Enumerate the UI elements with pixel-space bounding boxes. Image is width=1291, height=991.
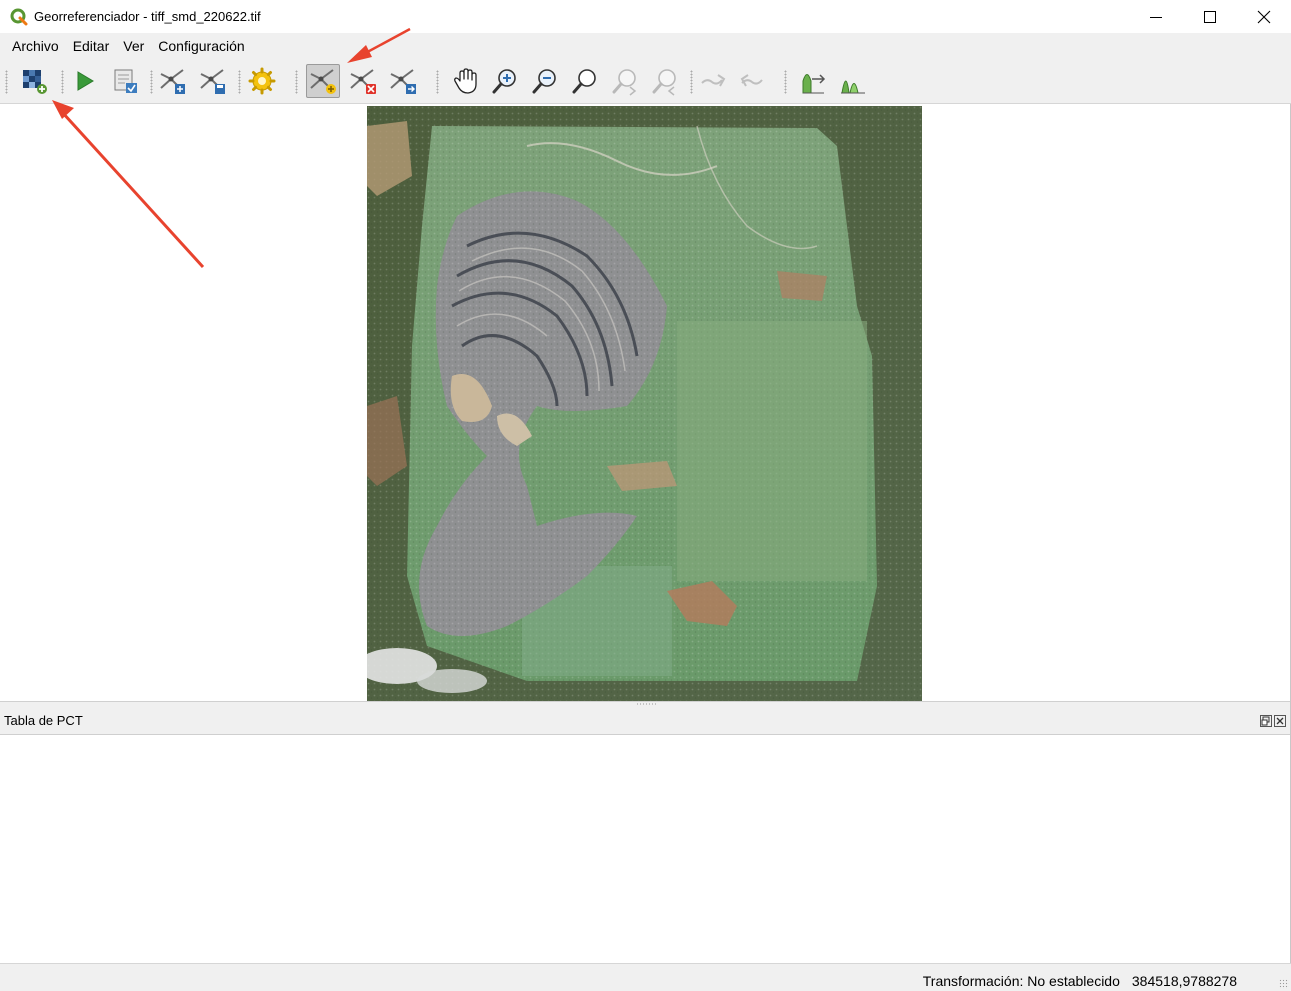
load-gcp-points-button[interactable] <box>156 64 190 98</box>
toolbar-separator <box>784 70 787 94</box>
generate-gdal-script-icon <box>114 69 137 93</box>
save-gcp-points-button[interactable] <box>196 64 230 98</box>
close-icon <box>1257 10 1271 23</box>
zoom-out-icon <box>532 69 556 94</box>
local-histogram-stretch-button[interactable] <box>836 64 870 98</box>
gcp-panel-controls <box>1260 715 1286 727</box>
resize-grip[interactable] <box>1279 979 1289 989</box>
maximize-button[interactable] <box>1183 0 1237 33</box>
toolbar-separator <box>295 70 298 94</box>
menu-archivo[interactable]: Archivo <box>5 35 66 57</box>
zoom-to-layer-button[interactable] <box>568 64 602 98</box>
zoom-to-layer-icon <box>572 69 596 94</box>
full-histogram-stretch-button[interactable] <box>796 64 830 98</box>
zoom-out-button[interactable] <box>528 64 562 98</box>
transformation-settings-button[interactable] <box>245 64 279 98</box>
status-bar: Transformación: No establecido 384518,978… <box>0 963 1291 991</box>
link-georeferencer-button[interactable] <box>697 64 731 98</box>
toolbar-handle[interactable] <box>5 70 8 94</box>
full-histogram-stretch-icon <box>802 74 826 94</box>
link-qgis-button[interactable] <box>737 64 771 98</box>
float-icon <box>1261 716 1270 726</box>
window-controls <box>1129 0 1291 33</box>
add-point-button[interactable] <box>306 64 340 98</box>
close-button[interactable] <box>1237 0 1291 33</box>
zoom-next-button[interactable] <box>648 64 682 98</box>
gcp-panel-title: Tabla de PCT <box>4 712 83 728</box>
menu-bar: Archivo Editar Ver Configuración <box>0 33 1291 58</box>
open-raster-icon <box>23 70 47 94</box>
save-gcp-points-icon <box>200 69 225 94</box>
zoom-last-button[interactable] <box>608 64 642 98</box>
float-panel-button[interactable] <box>1260 715 1272 727</box>
menu-configuracion[interactable]: Configuración <box>151 35 251 57</box>
minimize-button[interactable] <box>1129 0 1183 33</box>
pan-button[interactable] <box>448 64 482 98</box>
pan-icon <box>454 68 477 94</box>
zoom-in-button[interactable] <box>488 64 522 98</box>
move-gcp-point-icon <box>390 69 416 94</box>
menu-editar[interactable]: Editar <box>66 35 117 57</box>
toolbar-separator <box>61 70 64 94</box>
raster-image <box>367 106 922 701</box>
start-georeferencing-icon <box>77 71 94 91</box>
close-icon <box>1276 717 1284 725</box>
splitter-grip <box>636 703 656 705</box>
toolbar-separator <box>690 70 693 94</box>
title-bar: Georreferenciador - tiff_smd_220622.tif <box>0 0 1291 33</box>
load-gcp-points-icon <box>160 69 185 94</box>
transform-status: Transformación: No establecido <box>922 973 1120 989</box>
status-info: Transformación: No establecido 384518,978… <box>923 973 1237 989</box>
link-qgis-icon <box>740 74 763 87</box>
delete-point-icon <box>350 69 376 94</box>
start-georeferencing-button[interactable] <box>67 64 101 98</box>
georeferencer-window: Georreferenciador - tiff_smd_220622.tif … <box>0 0 1291 991</box>
move-gcp-point-button[interactable] <box>386 64 420 98</box>
local-histogram-stretch-icon <box>841 80 865 94</box>
close-panel-button[interactable] <box>1274 715 1286 727</box>
coordinate-readout: 384518,9788278 <box>1131 973 1237 989</box>
georeferencer-toolbar <box>0 58 1291 104</box>
gcp-table[interactable] <box>0 735 1290 963</box>
delete-point-button[interactable] <box>346 64 380 98</box>
qgis-logo-icon <box>10 8 28 25</box>
window-title: Georreferenciador - tiff_smd_220622.tif <box>34 9 261 24</box>
toolbar-separator <box>238 70 241 94</box>
georeferencer-canvas[interactable] <box>0 105 1290 701</box>
minimize-icon <box>1150 16 1162 18</box>
transformation-settings-icon <box>248 67 276 95</box>
zoom-in-icon <box>492 69 516 94</box>
maximize-icon <box>1204 10 1216 23</box>
toolbar-separator <box>436 70 439 94</box>
zoom-next-icon <box>652 69 676 96</box>
open-raster-button[interactable] <box>17 64 51 98</box>
link-georeferencer-icon <box>701 74 726 87</box>
zoom-last-icon <box>612 69 637 96</box>
toolbar-separator <box>150 70 153 94</box>
menu-ver[interactable]: Ver <box>116 35 151 57</box>
generate-gdal-script-button[interactable] <box>108 64 142 98</box>
add-point-icon <box>310 69 336 94</box>
gcp-panel-header: Tabla de PCT <box>0 706 1290 735</box>
